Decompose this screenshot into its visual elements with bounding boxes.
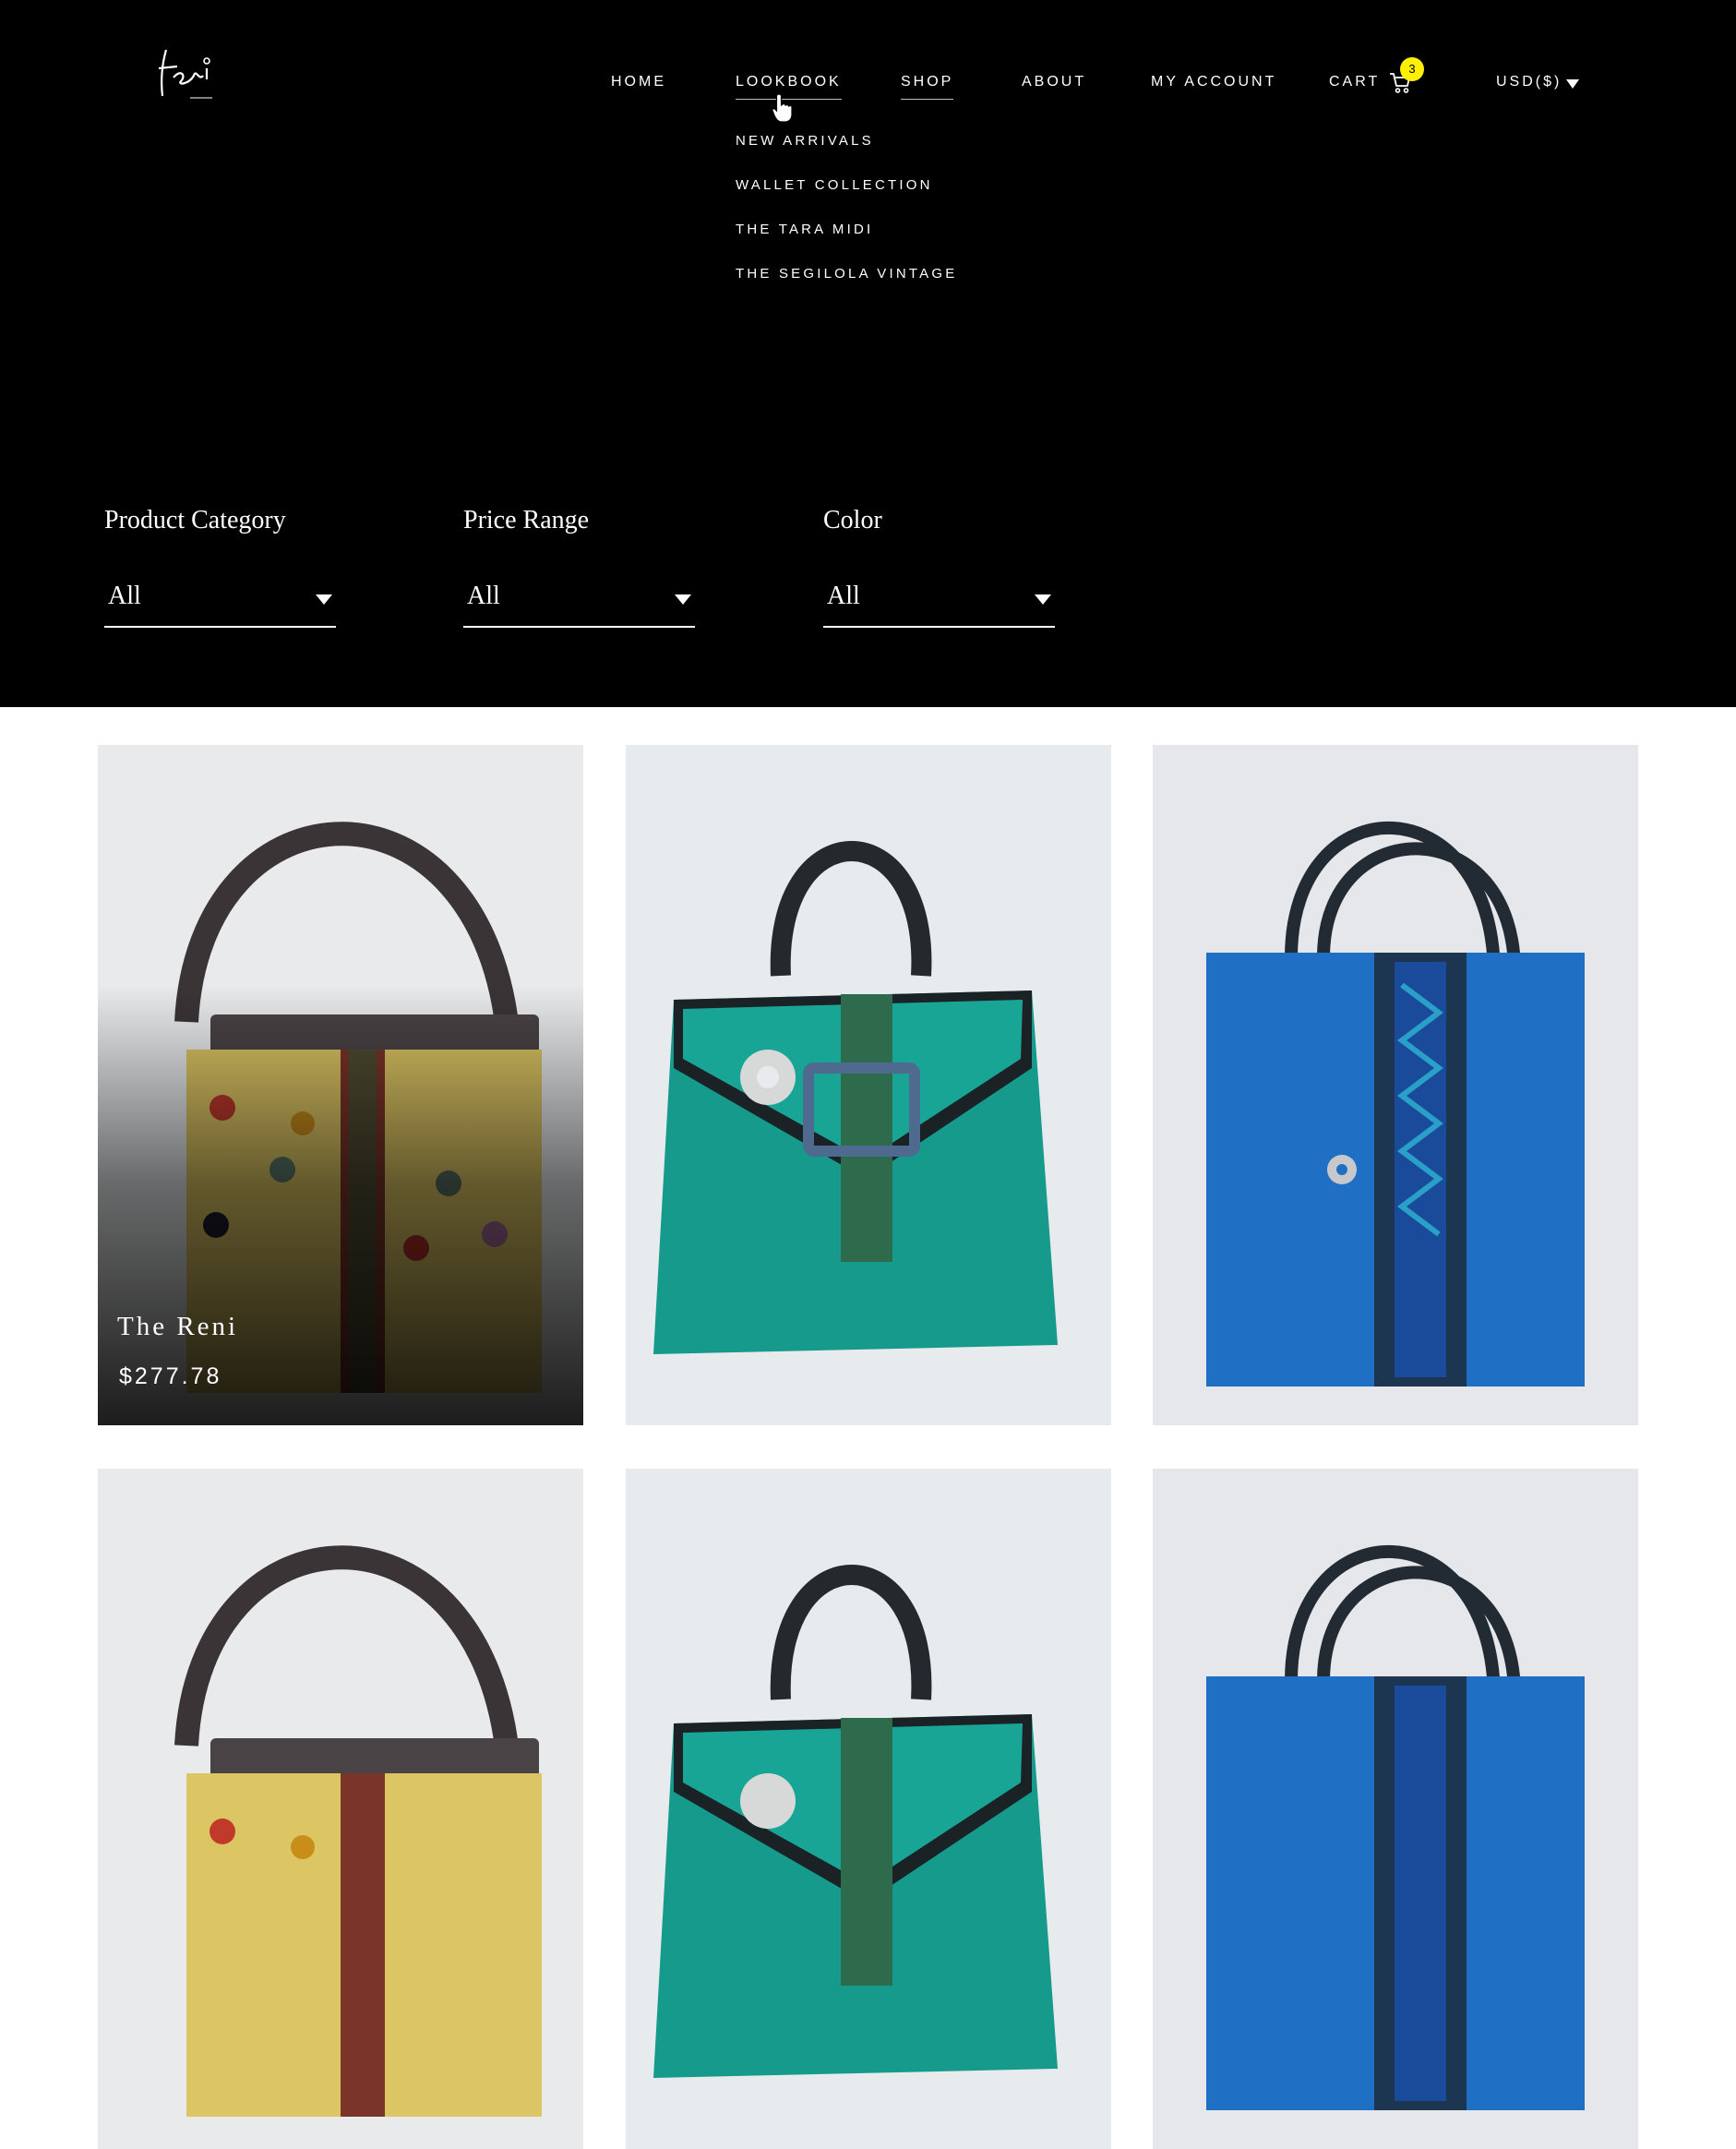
blue-handbag-image: [1153, 745, 1638, 1425]
menu-item-tara-midi[interactable]: THE TARA MIDI: [736, 221, 957, 238]
color-select[interactable]: All: [823, 574, 1055, 628]
product-price: $277.78: [119, 1363, 222, 1389]
nav-cart[interactable]: CART: [1329, 74, 1380, 90]
chevron-down-icon: [316, 594, 332, 605]
filter-price-label: Price Range: [463, 506, 590, 534]
main-nav: HOME LOOKBOOK SHOP ABOUT MY ACCOUNT CART…: [0, 74, 1736, 102]
product-title: The Reni: [117, 1312, 239, 1341]
product-card-reni-2[interactable]: [98, 1469, 583, 2149]
color-select-value: All: [827, 582, 860, 610]
category-select[interactable]: All: [104, 574, 336, 628]
blue-handbag-image: [1153, 1469, 1638, 2149]
cart-count-badge: 3: [1400, 57, 1424, 81]
site-header: HOME LOOKBOOK SHOP ABOUT MY ACCOUNT CART…: [0, 0, 1736, 707]
nav-my-account[interactable]: MY ACCOUNT: [1151, 74, 1276, 90]
lookbook-dropdown: NEW ARRIVALS WALLET COLLECTION THE TARA …: [736, 132, 957, 309]
menu-item-wallet-collection[interactable]: WALLET COLLECTION: [736, 176, 957, 194]
teal-handbag-image: [626, 745, 1111, 1425]
price-select-value: All: [467, 582, 500, 610]
product-card-teal-2[interactable]: [626, 1469, 1111, 2149]
teal-handbag-image: [626, 1469, 1111, 2149]
product-card-reni[interactable]: The Reni $277.78: [98, 745, 583, 1425]
filter-category-label: Product Category: [104, 506, 286, 534]
nav-shop[interactable]: SHOP: [901, 74, 954, 100]
chevron-down-icon[interactable]: [1566, 79, 1579, 89]
product-card-teal[interactable]: [626, 745, 1111, 1425]
nav-about[interactable]: ABOUT: [1022, 74, 1086, 90]
filter-color-label: Color: [823, 506, 882, 534]
nav-home[interactable]: HOME: [611, 74, 666, 90]
menu-item-segilola-vintage[interactable]: THE SEGILOLA VINTAGE: [736, 265, 957, 282]
category-select-value: All: [108, 582, 141, 610]
product-card-blue-2[interactable]: [1153, 1469, 1638, 2149]
currency-selector[interactable]: USD($): [1496, 74, 1562, 90]
chevron-down-icon: [675, 594, 691, 605]
card-hover-overlay: [98, 985, 583, 1425]
price-select[interactable]: All: [463, 574, 695, 628]
chevron-down-icon: [1035, 594, 1051, 605]
product-card-blue[interactable]: [1153, 745, 1638, 1425]
yellow-handbag-image: [98, 1469, 583, 2149]
menu-item-new-arrivals[interactable]: NEW ARRIVALS: [736, 132, 957, 150]
hand-cursor-icon: [772, 93, 793, 123]
